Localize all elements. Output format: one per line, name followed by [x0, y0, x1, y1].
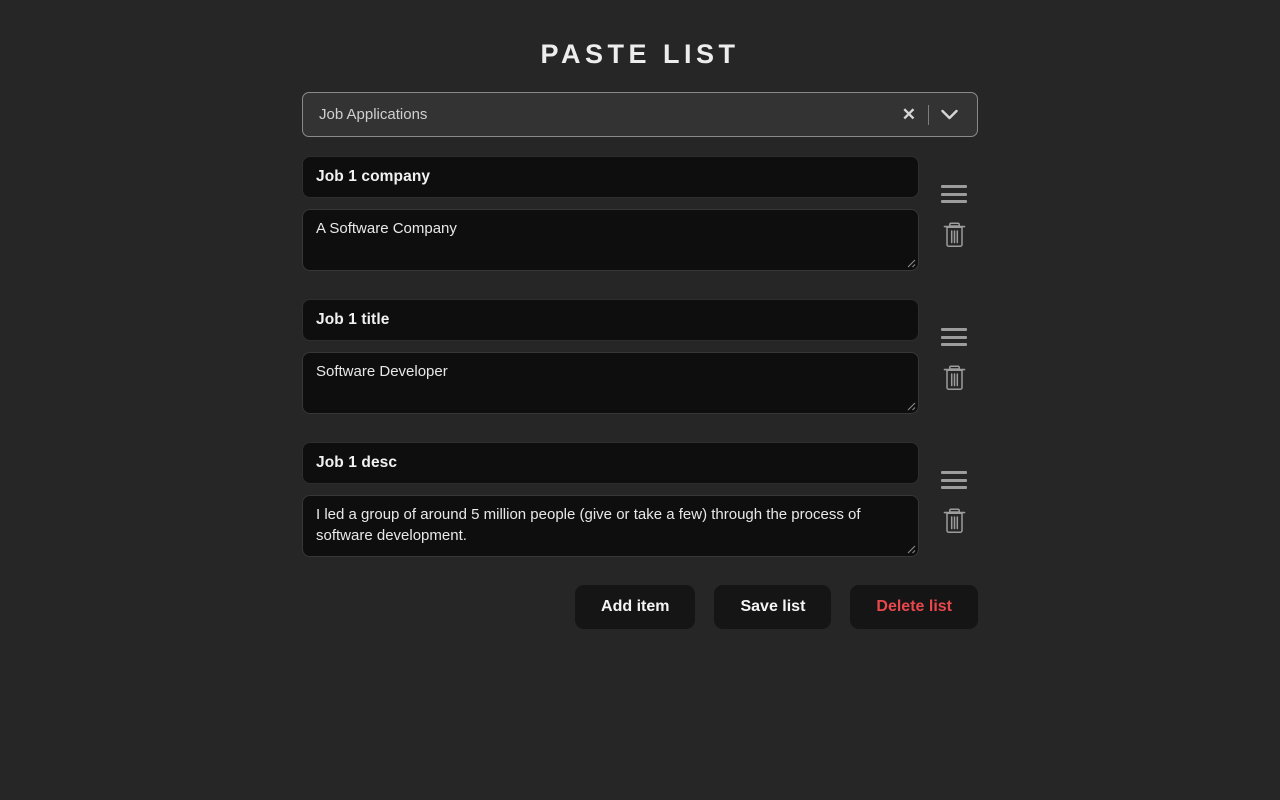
trash-icon[interactable]: [942, 507, 967, 534]
trash-icon[interactable]: [942, 221, 967, 248]
item-fields: I led a group of around 5 million people…: [302, 442, 919, 557]
save-list-button[interactable]: Save list: [714, 585, 832, 629]
drag-handle-icon[interactable]: [941, 328, 968, 346]
item-value-wrapper: Software Developer: [302, 352, 919, 414]
item-label-input[interactable]: [302, 299, 919, 341]
item-label-input[interactable]: [302, 442, 919, 484]
action-bar: Add item Save list Delete list: [302, 585, 978, 629]
item-fields: A Software Company: [302, 156, 919, 271]
list-selector[interactable]: Job Applications ✕: [302, 92, 978, 137]
item-value-wrapper: I led a group of around 5 million people…: [302, 495, 919, 557]
chevron-down-icon[interactable]: [933, 105, 967, 124]
item-label-input[interactable]: [302, 156, 919, 198]
list-selector-value: Job Applications: [319, 105, 428, 123]
selector-divider: [928, 104, 929, 125]
list-item: Software Developer: [302, 299, 978, 414]
close-x-icon[interactable]: ✕: [894, 102, 924, 127]
list-item: A Software Company: [302, 156, 978, 271]
item-controls: [931, 442, 978, 557]
item-controls: [931, 156, 978, 271]
add-item-button[interactable]: Add item: [575, 585, 696, 629]
item-value-wrapper: A Software Company: [302, 209, 919, 271]
page-title: PASTE LIST: [540, 39, 740, 69]
item-fields: Software Developer: [302, 299, 919, 414]
drag-handle-icon[interactable]: [941, 471, 968, 489]
trash-icon[interactable]: [942, 364, 967, 391]
item-controls: [931, 299, 978, 414]
paste-list-app: PASTE LIST Job Applications ✕ A Software…: [302, 0, 978, 629]
item-list: A Software Company: [302, 156, 978, 557]
item-value-textarea[interactable]: I led a group of around 5 million people…: [302, 495, 919, 557]
item-value-textarea[interactable]: Software Developer: [302, 352, 919, 414]
drag-handle-icon[interactable]: [941, 185, 968, 203]
list-item: I led a group of around 5 million people…: [302, 442, 978, 557]
delete-list-button[interactable]: Delete list: [850, 585, 978, 629]
item-value-textarea[interactable]: A Software Company: [302, 209, 919, 271]
app-window: PASTE LIST Job Applications ✕ A Software…: [0, 0, 1280, 800]
